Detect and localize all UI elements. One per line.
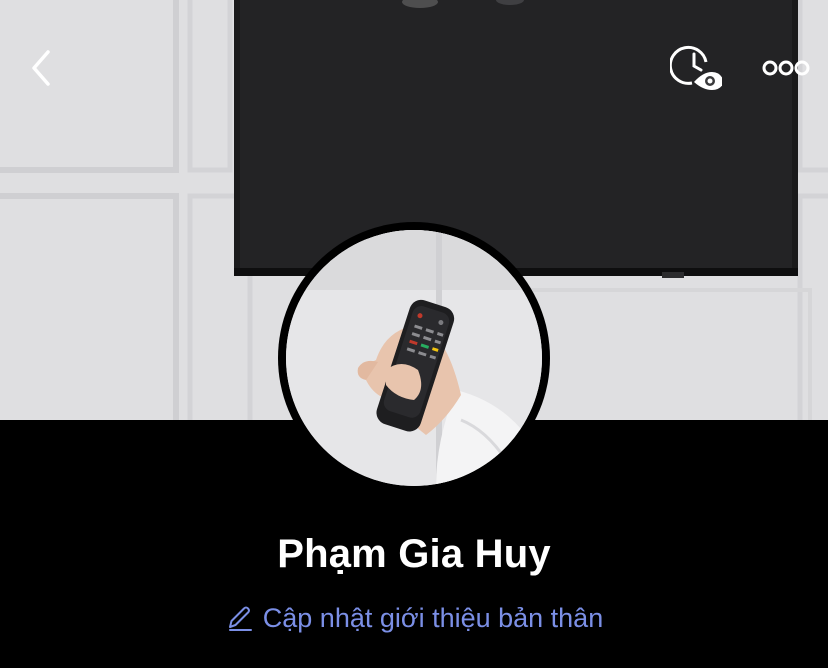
- more-horizontal-icon: [762, 60, 810, 76]
- more-options-button[interactable]: [756, 48, 816, 88]
- pencil-icon: [228, 606, 252, 631]
- avatar[interactable]: [278, 222, 550, 494]
- avatar-photo: [286, 230, 542, 486]
- update-bio-link[interactable]: Cập nhật giới thiệu bản thân: [0, 600, 828, 636]
- chevron-left-icon: [32, 50, 50, 86]
- update-bio-label: Cập nhật giới thiệu bản thân: [262, 603, 604, 633]
- back-button[interactable]: [18, 44, 66, 92]
- profile-screen: Phạm Gia Huy Cập nhật giới thiệu bản thâ…: [0, 0, 828, 668]
- clock-eye-icon: [670, 45, 722, 90]
- avatar-image: [286, 230, 542, 486]
- story-archive-button[interactable]: [668, 42, 724, 94]
- profile-name: Phạm Gia Huy: [277, 532, 551, 576]
